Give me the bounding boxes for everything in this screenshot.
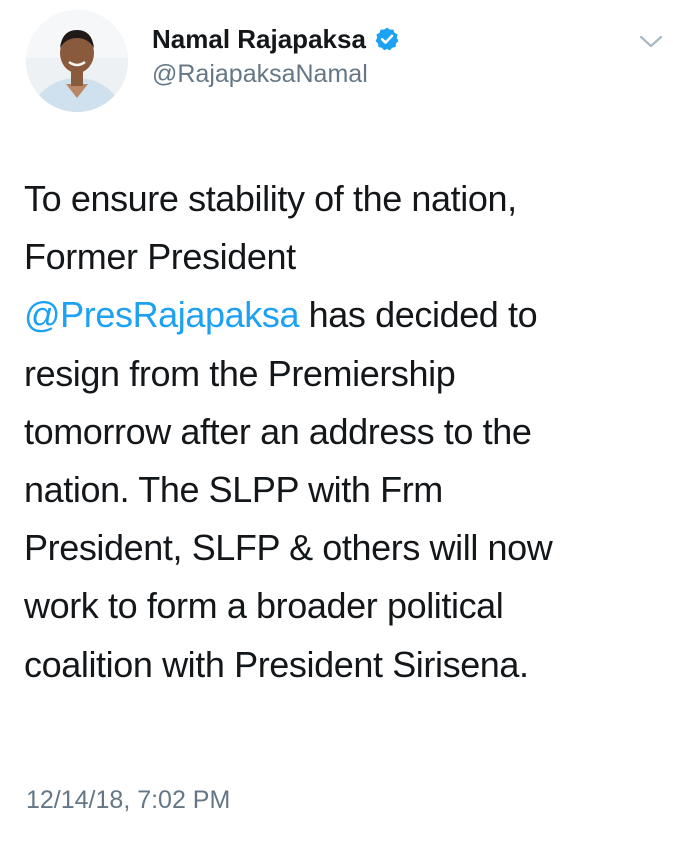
author-handle[interactable]: @RajapaksaNamal [152, 60, 368, 89]
tweet-text-line: work to form a broader political [24, 577, 664, 635]
text-segment: nation. The SLPP with Frm [24, 469, 443, 511]
tweet-text: To ensure stability of the nation, Forme… [24, 170, 664, 694]
chevron-down-icon[interactable] [638, 34, 664, 50]
tweet-timestamp[interactable]: 12/14/18, 7:02 PM [26, 786, 230, 815]
text-segment: President, SLFP & others will now [24, 527, 553, 569]
text-segment: has decided to [299, 294, 538, 336]
text-segment: work to form a broader political [24, 585, 504, 627]
text-segment: tomorrow after an address to the [24, 410, 532, 452]
tweet-text-line: coalition with President Sirisena. [24, 636, 664, 694]
tweet-text-line: tomorrow after an address to the [24, 403, 664, 461]
tweet-text-line: @PresRajapaksa has decided to [24, 286, 664, 344]
tweet-text-line: To ensure stability of the nation, [24, 170, 664, 228]
tweet-text-line: Former President [24, 228, 664, 286]
tweet-text-line: President, SLFP & others will now [24, 519, 664, 577]
text-segment: coalition with President Sirisena. [24, 643, 529, 685]
author-display-name[interactable]: Namal Rajapaksa [152, 24, 366, 55]
tweet-card: Namal Rajapaksa @RajapaksaNamal To ensur… [0, 0, 673, 843]
author-name-row[interactable]: Namal Rajapaksa [152, 22, 400, 56]
text-segment: Former President [24, 236, 296, 278]
verified-badge-icon [374, 26, 400, 52]
author-avatar[interactable] [26, 10, 128, 112]
mention-link[interactable]: @PresRajapaksa [24, 294, 299, 335]
avatar-photo [26, 10, 128, 112]
tweet-text-line: resign from the Premiership [24, 345, 664, 403]
text-segment: resign from the Premiership [24, 352, 456, 394]
tweet-text-line: nation. The SLPP with Frm [24, 461, 664, 519]
text-segment: To ensure stability of the nation, [24, 178, 517, 219]
